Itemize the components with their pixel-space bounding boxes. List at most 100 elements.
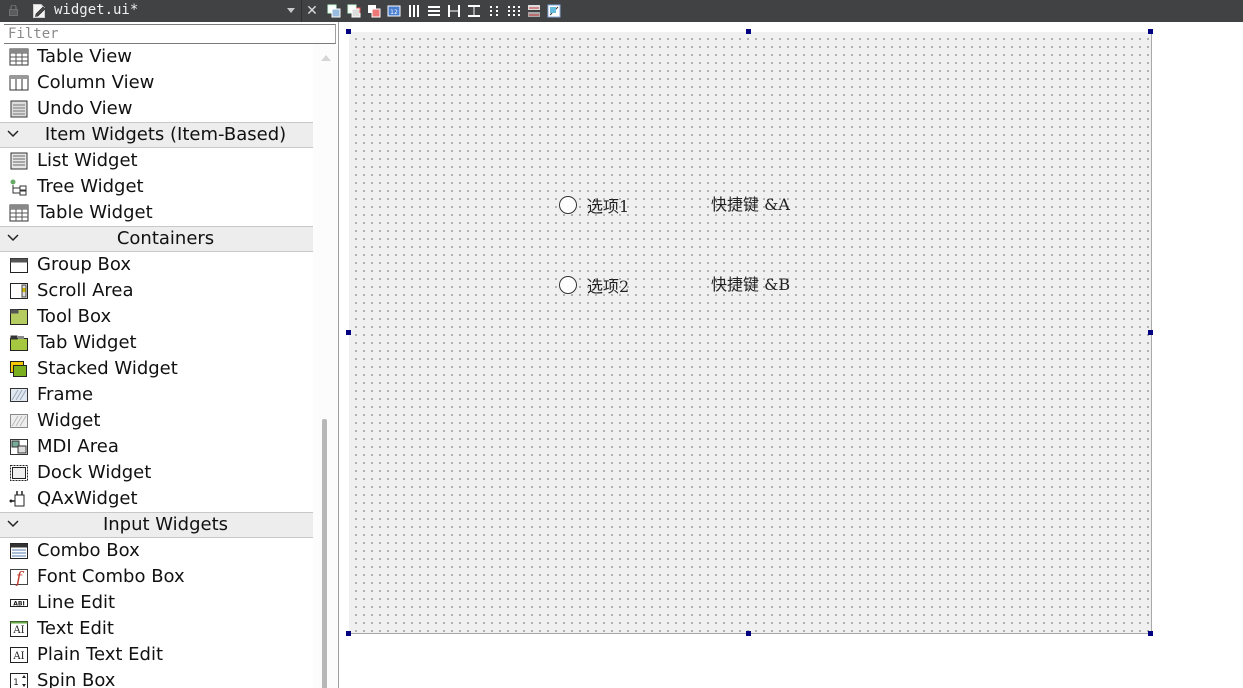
- widget-list-item-label: List Widget: [37, 150, 138, 171]
- lay-out-form-icon[interactable]: [484, 2, 504, 20]
- widget-list-item[interactable]: Dock Widget: [0, 460, 313, 486]
- widget-list: Table View Column View Undo View Item Widge…: [0, 44, 313, 688]
- lay-out-form-icon: [490, 6, 498, 16]
- widget-box: Table View Column View Undo View Item Widge…: [0, 22, 339, 688]
- vertical-scrollbar[interactable]: [313, 44, 338, 688]
- category-header[interactable]: Item Widgets (Item-Based): [0, 122, 313, 148]
- resize-handle[interactable]: [1148, 29, 1153, 34]
- widget-icon: [10, 414, 28, 428]
- break-layout-icon: [528, 5, 540, 17]
- close-icon[interactable]: ✕: [304, 2, 320, 20]
- shortcut-label-b[interactable]: 快捷键 &B: [711, 271, 790, 295]
- chevron-down-icon[interactable]: [287, 8, 295, 13]
- widget-list-item-label: Spin Box: [37, 670, 116, 688]
- widget-list-item[interactable]: Stacked Widget: [0, 356, 313, 382]
- edit-signals-slots-icon[interactable]: [344, 2, 364, 20]
- radio-label: 选项1: [587, 197, 630, 216]
- lay-out-horizontal-splitter-icon[interactable]: [444, 2, 464, 20]
- radio-button-2[interactable]: 选项2: [559, 273, 629, 297]
- resize-handle[interactable]: [1148, 631, 1153, 636]
- lay-out-horizontally-icon[interactable]: [404, 2, 424, 20]
- lay-out-vertical-splitter-icon: [468, 5, 480, 17]
- widget-list-item[interactable]: f Font Combo Box: [0, 564, 313, 590]
- form-canvas[interactable]: 选项1 选项2 快捷键 &A 快捷键 &B: [349, 32, 1152, 634]
- resize-handle[interactable]: [746, 29, 751, 34]
- mdi-area-icon: [10, 439, 28, 455]
- lay-out-horizontally-icon: [409, 5, 419, 17]
- widget-list-item[interactable]: AI Plain Text Edit: [0, 642, 313, 668]
- svg-text:AI: AI: [12, 625, 24, 636]
- group-box-icon: [10, 258, 28, 273]
- line-edit-icon: ABI: [10, 599, 28, 608]
- widget-list-item[interactable]: Tool Box: [0, 304, 313, 330]
- widget-list-item-label: Text Edit: [37, 618, 114, 639]
- widget-list-item-label: Line Edit: [37, 592, 116, 613]
- widget-list-item[interactable]: QAxWidget: [0, 486, 313, 512]
- edit-widgets-icon[interactable]: [324, 2, 344, 20]
- category-header[interactable]: Input Widgets: [0, 512, 313, 538]
- category-header[interactable]: Containers: [0, 226, 313, 252]
- widget-list-item[interactable]: Scroll Area: [0, 278, 313, 304]
- edit-buddies-icon: [368, 5, 381, 18]
- widget-list-item[interactable]: Group Box: [0, 252, 313, 278]
- widget-list-item-label: Frame: [37, 384, 94, 405]
- tab-widget-icon: [10, 335, 28, 351]
- file-tab[interactable]: widget.ui*: [0, 0, 302, 22]
- widget-list-item-label: Tab Widget: [37, 332, 137, 353]
- widget-list-item[interactable]: Frame: [0, 382, 313, 408]
- widget-list-item[interactable]: Table Widget: [0, 200, 313, 226]
- svg-text:AI: AI: [12, 651, 24, 662]
- combo-box-icon: [10, 543, 28, 559]
- svg-text:1: 1: [13, 678, 19, 688]
- widget-list-item-label: QAxWidget: [37, 488, 138, 509]
- widget-list-item-label: Column View: [37, 72, 155, 93]
- widget-list-item[interactable]: Table View: [0, 44, 313, 70]
- scrollbar-thumb[interactable]: [322, 419, 327, 688]
- resize-handle[interactable]: [346, 631, 351, 636]
- widget-list-item[interactable]: 1 Spin Box: [0, 668, 313, 688]
- adjust-size-icon[interactable]: [544, 2, 564, 20]
- widget-list-item[interactable]: Widget: [0, 408, 313, 434]
- resize-handle[interactable]: [346, 29, 351, 34]
- resize-handle[interactable]: [1148, 330, 1153, 335]
- lay-out-grid-icon[interactable]: [504, 2, 524, 20]
- tool-box-icon: [10, 309, 28, 325]
- tree-widget-icon: [10, 179, 27, 196]
- edit-buddies-icon[interactable]: [364, 2, 384, 20]
- column-view-icon: [9, 75, 29, 91]
- widget-list-item[interactable]: MDI Area: [0, 434, 313, 460]
- radio-button-1[interactable]: 选项1: [559, 193, 629, 217]
- break-layout-icon[interactable]: [524, 2, 544, 20]
- editor-toolbar: widget.ui* ✕ 12: [0, 0, 1243, 22]
- widget-list-item-label: Font Combo Box: [37, 566, 185, 587]
- radio-indicator[interactable]: [559, 196, 577, 214]
- lay-out-vertically-icon[interactable]: [424, 2, 444, 20]
- widget-list-item[interactable]: Tab Widget: [0, 330, 313, 356]
- frame-icon: [10, 388, 28, 402]
- category-label: Item Widgets (Item-Based): [44, 124, 287, 145]
- filter-input[interactable]: [8, 25, 328, 43]
- radio-indicator[interactable]: [559, 276, 577, 294]
- widget-list-item[interactable]: Column View: [0, 70, 313, 96]
- widget-list-item[interactable]: Undo View: [0, 96, 313, 122]
- widget-list-item[interactable]: ABI Line Edit: [0, 590, 313, 616]
- resize-handle[interactable]: [346, 330, 351, 335]
- widget-list-item-label: Widget: [37, 410, 101, 431]
- widget-list-item[interactable]: Combo Box: [0, 538, 313, 564]
- widget-list-item[interactable]: List Widget: [0, 148, 313, 174]
- edit-signals-slots-icon: [347, 4, 361, 18]
- category-label: Input Widgets: [102, 514, 229, 535]
- lay-out-vertical-splitter-icon[interactable]: [464, 2, 484, 20]
- dock-widget-icon: [10, 465, 28, 481]
- widget-list-item[interactable]: AI Text Edit: [0, 616, 313, 642]
- widget-list-item[interactable]: Tree Widget: [0, 174, 313, 200]
- category-label: Containers: [116, 228, 215, 249]
- shortcut-label-a[interactable]: 快捷键 &A: [711, 191, 790, 215]
- edit-widgets-icon: [327, 4, 341, 18]
- scroll-up-icon[interactable]: [321, 55, 331, 61]
- resize-handle[interactable]: [746, 631, 751, 636]
- table-widget-icon: [9, 204, 29, 222]
- plain-text-edit-icon: AI: [10, 647, 28, 663]
- edit-tab-order-icon[interactable]: 12: [384, 2, 404, 20]
- scroll-area-icon: [10, 283, 28, 299]
